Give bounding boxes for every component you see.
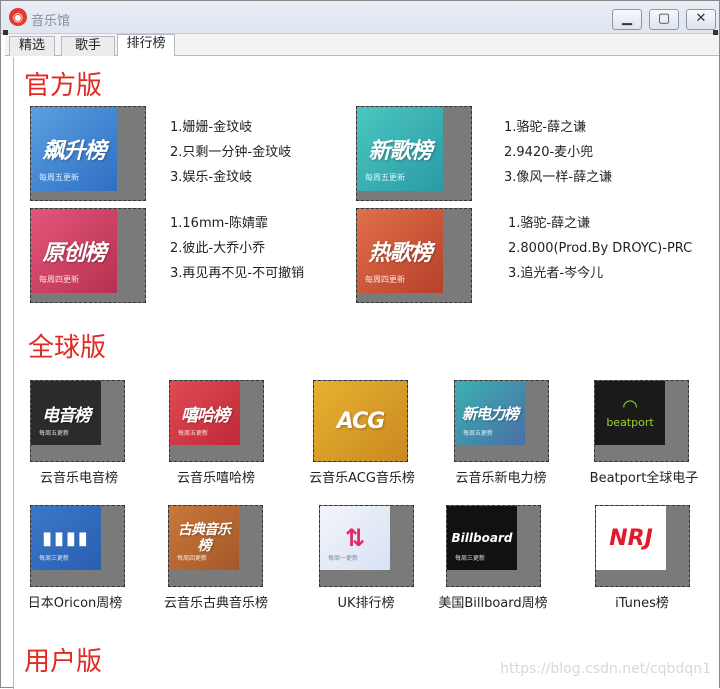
song-item[interactable]: 1.骆驼-薛之谦 (504, 115, 612, 140)
beatport-logo-icon: ◠ (623, 395, 637, 417)
chart-cover-original[interactable]: 原创榜 每周四更新 (30, 208, 146, 303)
tab-featured[interactable]: 精选 (9, 36, 55, 56)
cover-subtitle: 每周五更新 (178, 430, 209, 437)
song-item[interactable]: 2.8000(Prod.By DROYC)-PRC (508, 236, 692, 261)
chart-cover-hiphop[interactable]: 嘻哈榜 每周五更新 (169, 380, 264, 462)
cover-title: NRJ (609, 525, 653, 551)
resize-grip (713, 30, 718, 35)
chart-cover-new-power[interactable]: 新电力榜 每周五更新 (454, 380, 549, 462)
chart-caption[interactable]: UK排行榜 (311, 592, 421, 611)
chart-songs-hot-songs: 1.骆驼-薛之谦 2.8000(Prod.By DROYC)-PRC 3.追光者… (508, 211, 692, 286)
chart-cover-uk[interactable]: ⇅ 每周一更新 (319, 505, 414, 587)
window-title: 音乐馆 (31, 14, 71, 29)
chart-cover-beatport[interactable]: ◠ beatport (594, 380, 689, 462)
chart-caption[interactable]: iTunes榜 (587, 592, 697, 611)
song-item[interactable]: 1.16mm-陈婧霏 (170, 211, 304, 236)
app-window: ◉ 音乐馆 ▁ ▢ ✕ 精选 歌手 排行榜 官方版 飙升榜 每周五更新 1.姗姗… (0, 0, 720, 689)
section-title-official: 官方版 (24, 71, 103, 101)
uk-arrows-icon: ⇅ (344, 524, 366, 552)
chart-cover-itunes[interactable]: NRJ (595, 505, 690, 587)
watermark: https://blog.csdn.net/cqbdqn1 (500, 661, 711, 677)
cover-title: 新电力榜 (461, 404, 519, 423)
cover-subtitle: 每周五更新 (39, 173, 79, 182)
cover-title: 古典音乐榜 (178, 522, 231, 554)
chart-cover-classical[interactable]: 古典音乐榜 每周四更新 (168, 505, 263, 587)
chart-caption[interactable]: 云音乐电音榜 (24, 467, 134, 486)
cover-subtitle: 每周四更新 (39, 275, 79, 284)
cover-subtitle: 每周五更新 (365, 173, 405, 182)
cover-title: Billboard (451, 531, 513, 545)
chart-cover-soaring[interactable]: 飙升榜 每周五更新 (30, 106, 146, 201)
chart-cover-hot-songs[interactable]: 热歌榜 每周四更新 (356, 208, 472, 303)
cover-title: 飙升榜 (42, 139, 106, 164)
netease-cloud-music-icon: ◉ (9, 8, 27, 26)
cover-title: 新歌榜 (368, 139, 432, 164)
title-bar: ◉ 音乐馆 ▁ ▢ ✕ (1, 1, 719, 34)
chart-caption[interactable]: 日本Oricon周榜 (20, 592, 130, 611)
cover-subtitle: 每周三更新 (455, 555, 486, 562)
cover-title: 嘻哈榜 (181, 405, 230, 426)
section-title-user: 用户版 (24, 647, 103, 677)
chart-caption[interactable]: 云音乐古典音乐榜 (154, 592, 278, 611)
chart-caption[interactable]: 云音乐新电力榜 (446, 467, 556, 486)
song-item[interactable]: 2.彼此-大乔小乔 (170, 236, 304, 261)
song-item[interactable]: 3.像风一样-薛之谦 (504, 165, 612, 190)
chart-songs-new-songs: 1.骆驼-薛之谦 2.9420-麦小兜 3.像风一样-薛之谦 (504, 115, 612, 190)
chart-caption[interactable]: 云音乐嘻哈榜 (161, 467, 271, 486)
song-item[interactable]: 3.追光者-岑今儿 (508, 261, 692, 286)
resize-grip (3, 30, 8, 35)
charts-panel: 官方版 飙升榜 每周五更新 1.姗姗-金玟岐 2.只剩一分钟-金玟岐 3.娱乐-… (13, 57, 719, 689)
cover-subtitle: 每周五更新 (463, 430, 494, 437)
section-title-global: 全球版 (28, 333, 107, 363)
tab-singers[interactable]: 歌手 (61, 36, 115, 56)
cover-subtitle: 每周四更新 (177, 555, 208, 562)
chart-cover-acg[interactable]: ACG (313, 380, 408, 462)
cover-title: beatport (606, 415, 654, 429)
cover-title: 原创榜 (42, 241, 106, 266)
chart-songs-soaring: 1.姗姗-金玟岐 2.只剩一分钟-金玟岐 3.娱乐-金玟岐 (170, 115, 291, 190)
oricon-bars-icon: ▮▮▮▮ (42, 527, 90, 549)
chart-cover-new-songs[interactable]: 新歌榜 每周五更新 (356, 106, 472, 201)
song-item[interactable]: 3.再见再不见-不可撤销 (170, 261, 304, 286)
maximize-icon: ▢ (657, 11, 671, 26)
close-icon: ✕ (695, 11, 707, 26)
song-item[interactable]: 1.姗姗-金玟岐 (170, 115, 291, 140)
song-item[interactable]: 2.9420-麦小兜 (504, 140, 612, 165)
song-item[interactable]: 1.骆驼-薛之谦 (508, 211, 692, 236)
song-item[interactable]: 3.娱乐-金玟岐 (170, 165, 291, 190)
chart-caption[interactable]: 美国Billboard周榜 (428, 592, 558, 611)
cover-subtitle: 每周四更新 (365, 275, 405, 284)
tab-bar: 精选 歌手 排行榜 (5, 34, 719, 56)
close-button[interactable]: ✕ (686, 9, 716, 30)
chart-songs-original: 1.16mm-陈婧霏 2.彼此-大乔小乔 3.再见再不见-不可撤销 (170, 211, 304, 286)
tab-charts[interactable]: 排行榜 (117, 34, 175, 56)
cover-title: 热歌榜 (368, 241, 432, 266)
chart-caption[interactable]: 云音乐ACG音乐榜 (302, 467, 422, 486)
cover-subtitle: 每周五更新 (39, 430, 70, 437)
cover-title: 电音榜 (42, 405, 91, 426)
cover-subtitle: 每周一更新 (328, 555, 359, 562)
minimize-icon: ▁ (622, 11, 632, 26)
minimize-button[interactable]: ▁ (612, 9, 642, 30)
chart-cover-electronic[interactable]: 电音榜 每周五更新 (30, 380, 125, 462)
cover-subtitle: 每周三更新 (39, 555, 70, 562)
chart-cover-billboard[interactable]: Billboard 每周三更新 (446, 505, 541, 587)
maximize-button[interactable]: ▢ (649, 9, 679, 30)
chart-cover-oricon[interactable]: ▮▮▮▮ 每周三更新 (30, 505, 125, 587)
chart-caption[interactable]: Beatport全球电子 (584, 467, 704, 486)
cover-title: ACG (336, 408, 386, 434)
song-item[interactable]: 2.只剩一分钟-金玟岐 (170, 140, 291, 165)
